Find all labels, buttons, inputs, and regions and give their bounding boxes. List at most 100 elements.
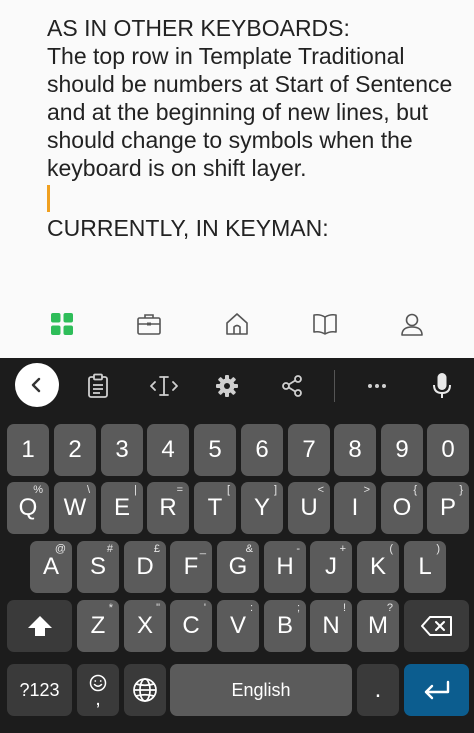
text-cursor bbox=[47, 185, 50, 212]
language-key[interactable] bbox=[124, 664, 166, 716]
key-g[interactable]: & G bbox=[217, 541, 259, 593]
globe-icon bbox=[133, 678, 157, 702]
clipboard-icon bbox=[88, 373, 108, 398]
key-sublabel: ] bbox=[273, 484, 277, 496]
key-label: S bbox=[89, 553, 106, 580]
key-label: 5 bbox=[208, 436, 222, 463]
key-sublabel: _ bbox=[199, 543, 206, 555]
key-label: ?123 bbox=[19, 680, 60, 700]
nav-person-button[interactable] bbox=[392, 304, 432, 344]
key-label: G bbox=[228, 553, 248, 580]
key-t[interactable]: [T bbox=[194, 482, 236, 534]
key-e[interactable]: | E bbox=[101, 482, 143, 534]
key-label: F bbox=[183, 553, 199, 580]
home-icon bbox=[226, 313, 248, 335]
key-sublabel: > bbox=[363, 484, 370, 496]
backspace-key[interactable] bbox=[404, 600, 469, 652]
key-7[interactable]: 7 bbox=[288, 424, 330, 476]
key-z[interactable]: * Z bbox=[77, 600, 119, 652]
key-label: 3 bbox=[115, 436, 129, 463]
key-label: 8 bbox=[348, 436, 362, 463]
key-label: P bbox=[439, 494, 456, 521]
key-label: H bbox=[276, 553, 294, 580]
key-u[interactable]: < U bbox=[288, 482, 330, 534]
key-n[interactable]: ! N bbox=[310, 600, 352, 652]
nav-briefcase-button[interactable] bbox=[129, 304, 169, 344]
key-label: . bbox=[374, 676, 382, 703]
key-5[interactable]: 5 bbox=[194, 424, 236, 476]
shift-key[interactable] bbox=[7, 600, 72, 652]
key-v[interactable]: :V bbox=[217, 600, 259, 652]
key-o[interactable]: {O bbox=[381, 482, 423, 534]
key-8[interactable]: 8 bbox=[334, 424, 376, 476]
key-0[interactable]: 0 bbox=[427, 424, 469, 476]
shift-icon bbox=[27, 616, 52, 636]
symbols-key[interactable]: ?123 bbox=[7, 664, 72, 716]
key-6[interactable]: 6 bbox=[241, 424, 283, 476]
key-9[interactable]: 9 bbox=[381, 424, 423, 476]
more-options-button[interactable] bbox=[355, 364, 399, 408]
key-m[interactable]: ? M bbox=[357, 600, 399, 652]
emoji-key[interactable]: , bbox=[77, 664, 119, 716]
key-a[interactable]: @ A bbox=[30, 541, 72, 593]
key-label: 7 bbox=[302, 436, 316, 463]
key-label: , bbox=[95, 688, 101, 710]
key-k[interactable]: (K bbox=[357, 541, 399, 593]
key-sublabel: : bbox=[249, 602, 253, 614]
enter-key[interactable] bbox=[404, 664, 469, 716]
key-label: 4 bbox=[161, 436, 175, 463]
key-label: T bbox=[207, 494, 223, 521]
keyboard-back-button[interactable] bbox=[15, 363, 59, 407]
key-sublabel: } bbox=[459, 484, 463, 496]
key-l[interactable]: ) L bbox=[404, 541, 446, 593]
key-sublabel: = bbox=[176, 484, 183, 496]
voice-input-button[interactable] bbox=[420, 364, 464, 408]
key-sublabel: # bbox=[106, 543, 113, 555]
key-i[interactable]: > I bbox=[334, 482, 376, 534]
key-q[interactable]: % Q bbox=[7, 482, 49, 534]
key-sublabel: " bbox=[156, 602, 160, 614]
key-r[interactable]: = R bbox=[147, 482, 189, 534]
clipboard-button[interactable] bbox=[76, 364, 120, 408]
cursor-icon bbox=[150, 376, 178, 396]
mic-icon bbox=[433, 373, 451, 398]
key-label: English bbox=[231, 680, 291, 700]
key-1[interactable]: 1 bbox=[7, 424, 49, 476]
key-label: U bbox=[300, 494, 318, 521]
note-paragraph-1: AS IN OTHER KEYBOARDS: The top row in Te… bbox=[47, 15, 453, 181]
note-text-area[interactable]: AS IN OTHER KEYBOARDS: The top row in Te… bbox=[0, 0, 474, 290]
cursor-control-button[interactable] bbox=[142, 364, 186, 408]
key-label: W bbox=[63, 494, 87, 521]
period-key[interactable]: . bbox=[357, 664, 399, 716]
key-sublabel: + bbox=[339, 543, 346, 555]
key-p[interactable]: } P bbox=[427, 482, 469, 534]
key-2[interactable]: 2 bbox=[54, 424, 96, 476]
share-button[interactable] bbox=[270, 364, 314, 408]
key-label: 0 bbox=[441, 436, 455, 463]
key-label: Q bbox=[18, 494, 38, 521]
key-label: A bbox=[42, 553, 59, 580]
key-sublabel: - bbox=[296, 543, 300, 555]
nav-home-button[interactable] bbox=[217, 304, 257, 344]
key-s[interactable]: # S bbox=[77, 541, 119, 593]
key-c[interactable]: ' C bbox=[170, 600, 212, 652]
key-4[interactable]: 4 bbox=[147, 424, 189, 476]
key-3[interactable]: 3 bbox=[101, 424, 143, 476]
key-w[interactable]: \ W bbox=[54, 482, 96, 534]
nav-book-button[interactable] bbox=[305, 304, 345, 344]
settings-button[interactable] bbox=[205, 364, 249, 408]
key-x[interactable]: " X bbox=[124, 600, 166, 652]
key-sublabel: & bbox=[245, 543, 253, 555]
space-key[interactable]: English bbox=[170, 664, 352, 716]
enter-icon bbox=[424, 680, 449, 700]
key-f[interactable]: _ F bbox=[170, 541, 212, 593]
nav-grid-button[interactable] bbox=[42, 304, 82, 344]
key-y[interactable]: ] Y bbox=[241, 482, 283, 534]
book-icon bbox=[312, 313, 337, 335]
key-j[interactable]: + J bbox=[310, 541, 352, 593]
chevron-left-icon bbox=[31, 377, 41, 393]
key-h[interactable]: -H bbox=[264, 541, 306, 593]
key-b[interactable]: ; B bbox=[264, 600, 306, 652]
key-sublabel: % bbox=[33, 484, 43, 496]
key-d[interactable]: £ D bbox=[124, 541, 166, 593]
